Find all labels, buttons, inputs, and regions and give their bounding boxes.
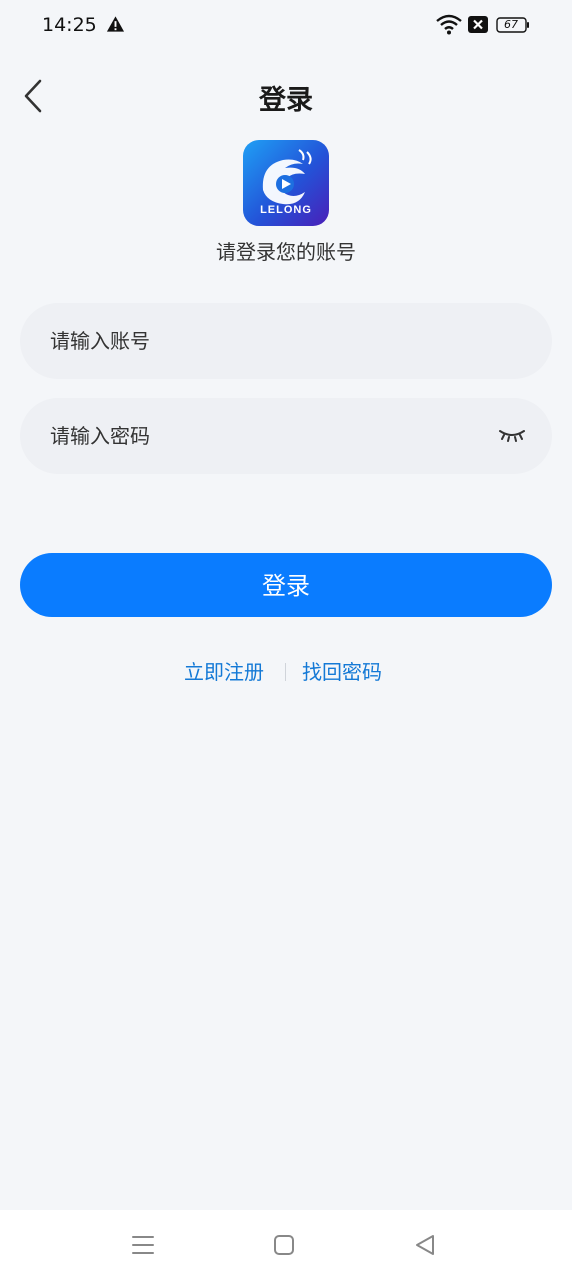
recover-password-link[interactable]: 找回密码: [302, 656, 382, 685]
close-box-icon: [468, 16, 488, 33]
wifi-icon: [436, 14, 462, 35]
app-logo: LELONG: [243, 140, 329, 226]
back-triangle-icon[interactable]: [412, 1232, 438, 1258]
battery-level: 67: [504, 18, 518, 31]
account-field[interactable]: [20, 303, 552, 379]
auth-links: 立即注册 找回密码: [0, 656, 572, 686]
status-time: 14:25: [42, 14, 97, 36]
status-bar: 14:25 67: [0, 0, 572, 52]
eye-closed-icon[interactable]: [498, 426, 526, 446]
warning-icon: [106, 16, 125, 32]
system-nav-bar: [0, 1210, 572, 1280]
battery-icon: 67: [496, 17, 529, 33]
link-divider: [285, 663, 286, 681]
home-icon[interactable]: [271, 1232, 297, 1258]
menu-icon[interactable]: [130, 1232, 156, 1258]
header: 登录: [0, 64, 572, 128]
password-input[interactable]: [50, 398, 490, 474]
login-subtitle: 请登录您的账号: [216, 240, 356, 264]
page-title: 登录: [259, 85, 313, 116]
account-input[interactable]: [50, 303, 490, 379]
login-button[interactable]: 登录: [20, 553, 552, 617]
password-field[interactable]: [20, 398, 552, 474]
register-link[interactable]: 立即注册: [184, 656, 264, 685]
logo-text: LELONG: [260, 204, 312, 216]
